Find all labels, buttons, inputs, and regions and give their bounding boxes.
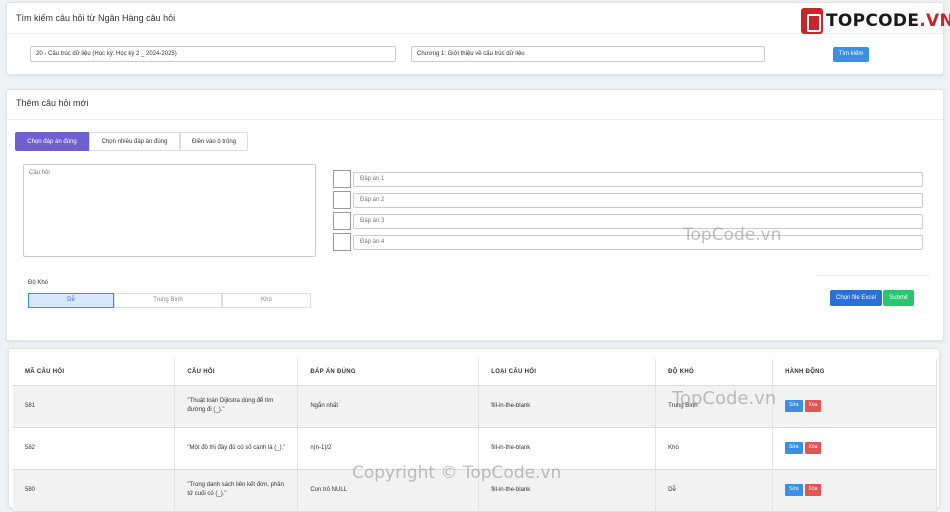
cell-answer: Con trỏ NULL bbox=[297, 469, 480, 512]
delete-button[interactable]: Xóa bbox=[804, 442, 822, 454]
chapter-select[interactable]: Chương 1: Giới thiệu về cấu trúc dữ liệu bbox=[411, 46, 765, 62]
column-header-question[interactable]: CÂU HỎI bbox=[174, 359, 299, 386]
edit-button[interactable]: Sửa bbox=[785, 400, 803, 412]
cell-difficulty: Khó bbox=[655, 427, 774, 470]
submit-button[interactable]: Submit bbox=[883, 290, 914, 306]
tab-fill-in-blank[interactable]: Điền vào ô trống bbox=[180, 132, 248, 151]
answer-row: Đáp án 1 bbox=[333, 170, 923, 188]
table-row: 582 "Một đồ thị đầy đủ có số cạnh là (_)… bbox=[13, 427, 937, 470]
column-header-difficulty[interactable]: ĐỘ KHÓ bbox=[655, 359, 774, 386]
cell-id: 582 bbox=[13, 427, 176, 470]
edit-button[interactable]: Sửa bbox=[785, 442, 803, 454]
answer-correct-checkbox[interactable] bbox=[333, 233, 351, 251]
column-header-actions: HÀNH ĐỘNG bbox=[772, 359, 937, 386]
add-question-title: Thêm câu hỏi mới bbox=[16, 98, 89, 108]
add-question-panel: Thêm câu hỏi mới Chọn đáp án đúng Chọn n… bbox=[6, 89, 944, 341]
choose-excel-button[interactable]: Chọn file Excel bbox=[830, 290, 882, 306]
cell-id: 580 bbox=[13, 469, 176, 512]
tab-multiple-choice[interactable]: Chọn nhiều đáp án đúng bbox=[89, 132, 180, 151]
cell-question: "Trong danh sách liên kết đơn, phần tử c… bbox=[174, 469, 299, 512]
table-row: 581 "Thuật toán Dijkstra dùng để tìm đườ… bbox=[13, 385, 937, 428]
cell-actions: Sửa Xóa bbox=[772, 427, 937, 470]
cell-actions: Sửa Xóa bbox=[772, 469, 937, 512]
answer-input[interactable]: Đáp án 4 bbox=[353, 235, 923, 250]
answer-correct-checkbox[interactable] bbox=[333, 191, 351, 209]
answer-input[interactable]: Đáp án 3 bbox=[353, 214, 923, 229]
answer-correct-checkbox[interactable] bbox=[333, 212, 351, 230]
cell-type: fill-in-the-blank bbox=[478, 385, 657, 428]
difficulty-easy-option[interactable]: Dễ bbox=[28, 293, 114, 308]
column-header-type[interactable]: LOẠI CÂU HỎI bbox=[478, 359, 657, 386]
answer-correct-checkbox[interactable] bbox=[333, 170, 351, 188]
edit-button[interactable]: Sửa bbox=[785, 484, 803, 496]
logo-text: TOPCODE.VN bbox=[826, 11, 950, 31]
divider bbox=[7, 119, 943, 120]
cell-id: 581 bbox=[13, 385, 176, 428]
logo-mark-icon bbox=[801, 8, 823, 34]
difficulty-label: Độ Khó bbox=[28, 280, 49, 286]
divider bbox=[817, 275, 931, 276]
question-textarea[interactable]: Câu hỏi bbox=[23, 164, 316, 257]
difficulty-hard-option[interactable]: Khó bbox=[222, 293, 311, 308]
cell-question: "Thuật toán Dijkstra dùng để tìm đường đ… bbox=[174, 385, 299, 428]
column-header-id[interactable]: MÃ CÂU HỎI bbox=[13, 359, 176, 386]
question-table: MÃ CÂU HỎI CÂU HỎI ĐÁP ÁN ĐÚNG LOẠI CÂU … bbox=[13, 359, 937, 512]
question-table-panel: MÃ CÂU HỎI CÂU HỎI ĐÁP ÁN ĐÚNG LOẠI CÂU … bbox=[8, 348, 940, 512]
answer-input[interactable]: Đáp án 1 bbox=[353, 172, 923, 187]
answer-row: Đáp án 4 bbox=[333, 233, 923, 251]
column-header-answer[interactable]: ĐÁP ÁN ĐÚNG bbox=[297, 359, 480, 386]
cell-type: fill-in-the-blank bbox=[478, 469, 657, 512]
search-button[interactable]: Tìm kiếm bbox=[833, 47, 869, 62]
answer-row: Đáp án 2 bbox=[333, 191, 923, 209]
cell-question: "Một đồ thị đầy đủ có số cạnh là (_)." bbox=[174, 427, 299, 470]
delete-button[interactable]: Xóa bbox=[804, 400, 822, 412]
cell-type: fill-in-the-blank bbox=[478, 427, 657, 470]
answer-input[interactable]: Đáp án 2 bbox=[353, 193, 923, 208]
logo-text-main: TOPCODE bbox=[826, 11, 920, 31]
cell-actions: Sửa Xóa bbox=[772, 385, 937, 428]
table-header-row: MÃ CÂU HỎI CÂU HỎI ĐÁP ÁN ĐÚNG LOẠI CÂU … bbox=[13, 359, 937, 386]
course-select[interactable]: 20 - Cấu trúc dữ liệu (Học kỳ: Học kỳ 2 … bbox=[30, 46, 396, 62]
cell-answer: n(n-1)/2 bbox=[297, 427, 480, 470]
tab-single-choice[interactable]: Chọn đáp án đúng bbox=[15, 132, 89, 151]
search-panel-title: Tìm kiếm câu hỏi từ Ngân Hàng câu hỏi bbox=[16, 13, 176, 23]
cell-answer: Ngắn nhất bbox=[297, 385, 480, 428]
topcode-logo: TOPCODE.VN bbox=[801, 8, 950, 34]
table-row: 580 "Trong danh sách liên kết đơn, phần … bbox=[13, 469, 937, 512]
difficulty-medium-option[interactable]: Trung Bình bbox=[114, 293, 222, 308]
answer-row: Đáp án 3 bbox=[333, 212, 923, 230]
cell-difficulty: Trung Bình bbox=[655, 385, 774, 428]
delete-button[interactable]: Xóa bbox=[804, 484, 822, 496]
logo-text-suffix: .VN bbox=[919, 11, 950, 31]
cell-difficulty: Dễ bbox=[655, 469, 774, 512]
